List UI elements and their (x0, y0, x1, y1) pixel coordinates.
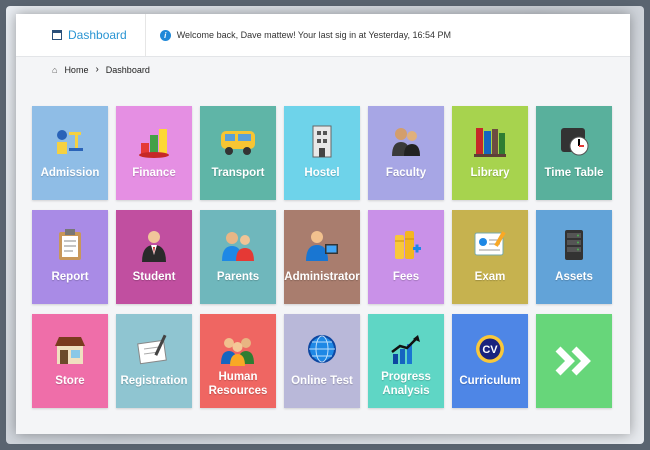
people-icon (389, 122, 423, 160)
module-tile-administrator[interactable]: Administrator (284, 210, 360, 304)
module-tile-label: Faculty (385, 167, 427, 179)
breadcrumb-current: Dashboard (105, 64, 150, 75)
module-tile-label: Fees (392, 271, 420, 283)
module-tile-hostel[interactable]: Hostel (284, 106, 360, 200)
module-tile-assets[interactable]: Assets (536, 210, 612, 304)
breadcrumb-home[interactable]: Home (64, 65, 88, 75)
registration-pen-icon (135, 330, 173, 368)
module-tile-transport[interactable]: Transport (200, 106, 276, 200)
dashboard-panel: Dashboard i Welcome back, Dave mattew! Y… (16, 14, 630, 434)
module-tile-registration[interactable]: Registration (116, 314, 192, 408)
growth-chart-icon (388, 330, 424, 368)
welcome-text: Welcome back, Dave mattew! Your last sig… (176, 30, 452, 40)
globe-icon (304, 330, 340, 368)
module-tile-finance[interactable]: Finance (116, 106, 192, 200)
double-chevron-right-icon (552, 342, 596, 380)
team-icon (219, 330, 257, 368)
svg-text:CV: CV (482, 344, 498, 356)
bus-icon (218, 122, 258, 160)
module-tile-next-arrow[interactable] (536, 314, 612, 408)
module-tile-label: Finance (132, 167, 176, 179)
module-tile-label: Curriculum (459, 375, 521, 387)
module-tile-label: Student (132, 271, 176, 283)
module-tile-student[interactable]: Student (116, 210, 192, 304)
module-tile-human-resources[interactable]: Human Resources (200, 314, 276, 408)
welcome-message: i Welcome back, Dave mattew! Your last s… (159, 29, 452, 41)
module-tile-label: Registration (120, 375, 188, 387)
module-tile-label: Exam (474, 271, 506, 283)
coins-icon (389, 226, 423, 264)
server-icon (558, 226, 590, 264)
module-tile-report[interactable]: Report (32, 210, 108, 304)
finance-chart-icon (136, 122, 172, 160)
module-tile-label: Progress Analysis (381, 371, 431, 397)
module-tile-exam[interactable]: Exam (452, 210, 528, 304)
module-tile-label: Store (55, 375, 85, 387)
info-icon: i (159, 29, 171, 41)
module-tile-online-test[interactable]: Online Test (284, 314, 360, 408)
module-tile-label: Administrator (284, 271, 360, 283)
module-tile-faculty[interactable]: Faculty (368, 106, 444, 200)
cv-icon: CV (473, 330, 507, 368)
home-icon[interactable]: ⌂ (52, 65, 57, 75)
dashboard-tab[interactable]: Dashboard (16, 14, 146, 56)
module-tile-grid: Admission Finance Transport Hostel Faculty Li… (32, 106, 616, 408)
module-tile-label: Transport (211, 167, 265, 179)
admission-icon (53, 122, 87, 160)
building-icon (307, 122, 337, 160)
module-tile-parents[interactable]: Parents (200, 210, 276, 304)
module-tile-curriculum[interactable]: CV Curriculum (452, 314, 528, 408)
module-tile-label: Human Resources (208, 371, 268, 397)
module-tile-library[interactable]: Library (452, 106, 528, 200)
module-tile-label: Admission (40, 167, 100, 179)
clock-icon (557, 122, 591, 160)
clipboard-icon (54, 226, 86, 264)
module-tile-label: Report (51, 271, 89, 283)
breadcrumb-separator: › (95, 64, 99, 75)
module-tile-time-table[interactable]: Time Table (536, 106, 612, 200)
administrator-icon (304, 226, 340, 264)
module-tile-label: Assets (555, 271, 593, 283)
student-icon (138, 226, 170, 264)
dashboard-tab-label: Dashboard (68, 28, 127, 42)
module-tile-fees[interactable]: Fees (368, 210, 444, 304)
store-icon (52, 330, 88, 368)
module-tile-label: Time Table (544, 167, 604, 179)
module-tile-progress-analysis[interactable]: Progress Analysis (368, 314, 444, 408)
module-tile-label: Parents (216, 271, 260, 283)
top-bar: Dashboard i Welcome back, Dave mattew! Y… (16, 14, 630, 57)
calendar-icon (52, 30, 62, 40)
module-tile-store[interactable]: Store (32, 314, 108, 408)
breadcrumb: ⌂ Home › Dashboard (52, 64, 150, 75)
module-tile-admission[interactable]: Admission (32, 106, 108, 200)
parents-icon (220, 226, 256, 264)
module-tile-label: Online Test (291, 375, 353, 387)
module-tile-label: Hostel (304, 167, 340, 179)
module-tile-label: Library (470, 167, 510, 179)
exam-certificate-icon (472, 226, 508, 264)
books-icon (472, 122, 508, 160)
